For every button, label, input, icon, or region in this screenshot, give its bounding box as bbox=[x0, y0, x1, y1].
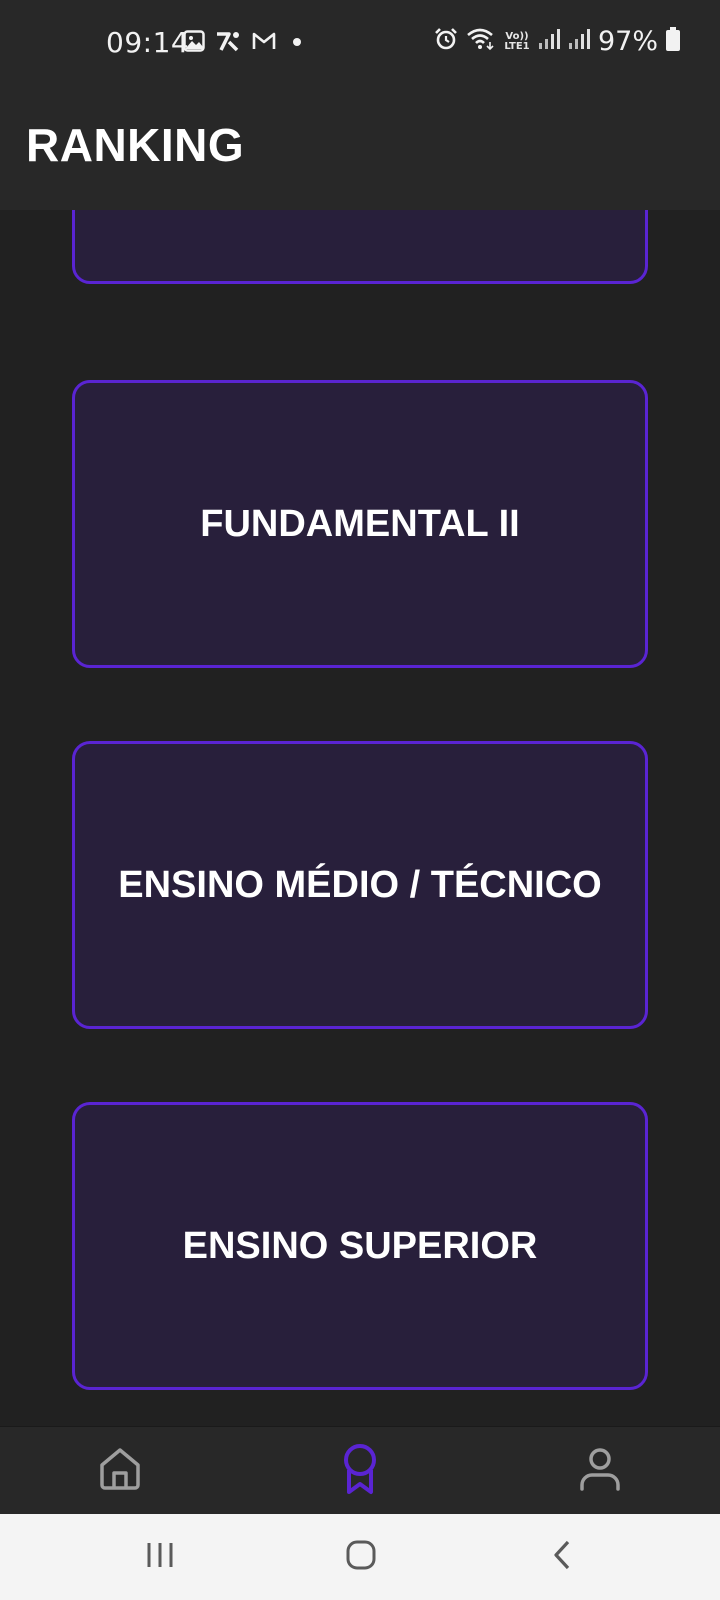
nav-home[interactable] bbox=[90, 1441, 150, 1501]
category-card-ensino-medio-tecnico[interactable]: ENSINO MÉDIO / TÉCNICO bbox=[72, 741, 648, 1029]
alarm-icon bbox=[434, 27, 458, 56]
user-icon bbox=[576, 1445, 624, 1498]
bottom-navigation bbox=[0, 1426, 720, 1514]
recent-apps-icon bbox=[145, 1540, 175, 1575]
home-circle-icon bbox=[345, 1539, 377, 1576]
category-card-label: ENSINO MÉDIO / TÉCNICO bbox=[118, 863, 602, 906]
volte-icon: Vo)) LTE1 bbox=[504, 30, 530, 52]
ribbon-award-icon bbox=[336, 1442, 384, 1501]
battery-icon bbox=[666, 27, 680, 56]
gmail-icon bbox=[251, 30, 277, 57]
system-home-button[interactable] bbox=[331, 1534, 391, 1580]
volte-bottom-text: LTE1 bbox=[504, 40, 530, 52]
signal-icon bbox=[538, 28, 560, 55]
home-icon bbox=[96, 1445, 144, 1498]
wifi-icon bbox=[466, 27, 496, 56]
status-time: 09:14 bbox=[106, 26, 190, 59]
category-card-label: FUNDAMENTAL II bbox=[200, 502, 520, 545]
system-navigation-bar bbox=[0, 1514, 720, 1600]
category-card-ensino-superior[interactable]: ENSINO SUPERIOR bbox=[72, 1102, 648, 1390]
signal-icon bbox=[568, 28, 590, 55]
back-icon bbox=[550, 1539, 576, 1576]
app-notification-icon bbox=[215, 30, 241, 57]
app-bar: RANKING bbox=[0, 84, 720, 210]
volte-top-text: Vo)) bbox=[505, 30, 529, 42]
battery-percent: 97% bbox=[597, 26, 658, 57]
category-card-label: ENSINO SUPERIOR bbox=[182, 1224, 538, 1267]
category-list[interactable]: FUNDAMENTAL II ENSINO MÉDIO / TÉCNICO EN… bbox=[0, 210, 720, 1426]
recent-apps-button[interactable] bbox=[130, 1534, 190, 1580]
page-title: RANKING bbox=[26, 119, 245, 171]
nav-profile[interactable] bbox=[570, 1441, 630, 1501]
dot-icon bbox=[287, 30, 307, 57]
system-back-button[interactable] bbox=[533, 1534, 593, 1580]
category-card-partial[interactable] bbox=[72, 210, 648, 284]
status-system-icons: Vo)) LTE1 97% bbox=[434, 26, 680, 57]
status-notification-icons bbox=[183, 30, 307, 57]
nav-ranking[interactable] bbox=[330, 1441, 390, 1501]
status-bar: 09:14 Vo)) LTE1 97% bbox=[0, 0, 720, 84]
gallery-icon bbox=[183, 30, 205, 57]
category-card-fundamental-ii[interactable]: FUNDAMENTAL II bbox=[72, 380, 648, 668]
